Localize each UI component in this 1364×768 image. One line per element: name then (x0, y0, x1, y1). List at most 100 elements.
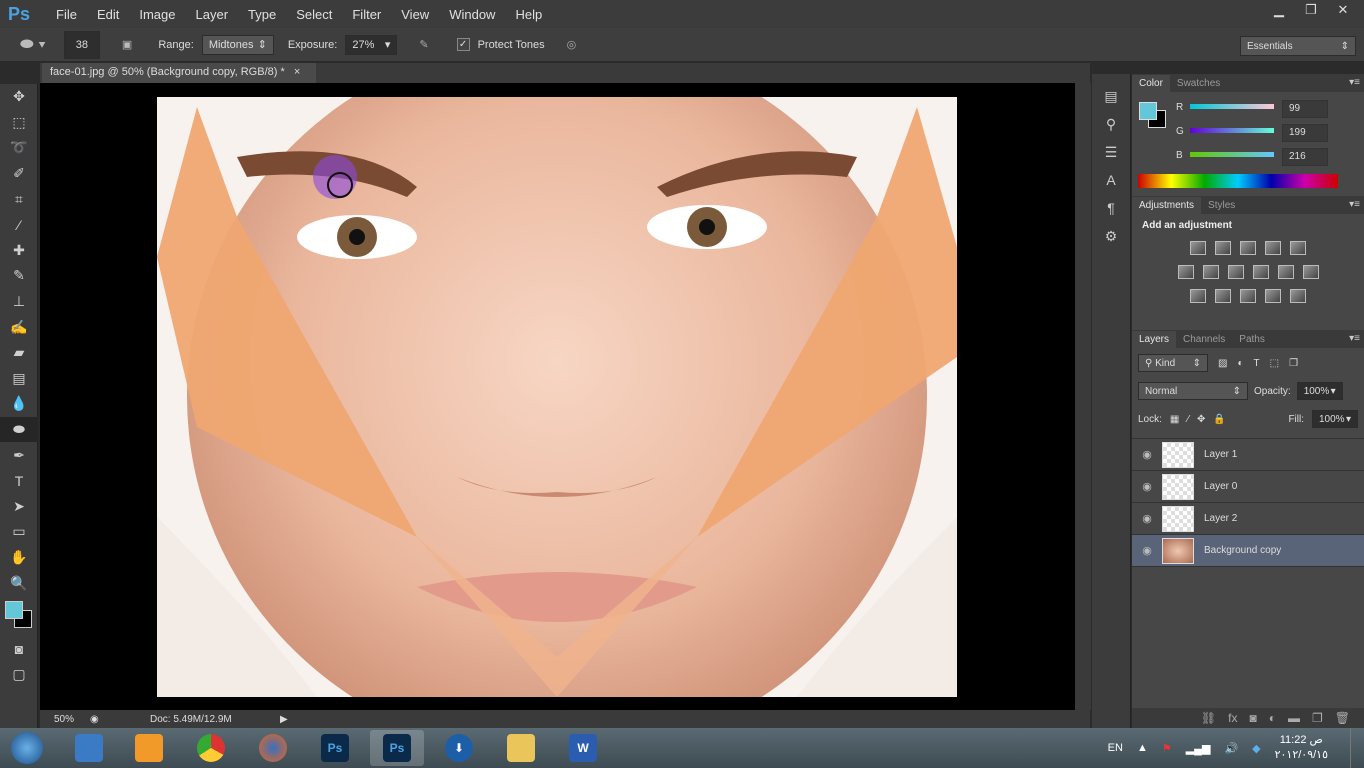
menu-help[interactable]: Help (505, 7, 552, 22)
levels-icon[interactable] (1215, 241, 1231, 255)
menu-type[interactable]: Type (238, 7, 286, 22)
layer-style-icon[interactable]: fx (1228, 711, 1237, 725)
filter-shape-icon[interactable]: ⬚ (1270, 358, 1279, 369)
hand-tool-icon[interactable]: ✋ (0, 545, 38, 571)
visibility-eye-icon[interactable]: ◉ (1132, 448, 1162, 461)
filter-smart-object-icon[interactable]: ❐ (1289, 358, 1298, 369)
color-swatches[interactable] (0, 596, 37, 636)
panel-menu-icon[interactable]: ▾≡ (1349, 77, 1360, 88)
eraser-tool-icon[interactable]: ▰ (0, 340, 38, 366)
blend-mode-select[interactable]: Normal ⇕ (1138, 382, 1248, 400)
tab-color[interactable]: Color (1132, 75, 1170, 92)
taskbar-media-center[interactable] (62, 730, 116, 766)
lock-all-icon[interactable]: 🔒 (1213, 414, 1225, 425)
g-slider[interactable] (1190, 128, 1274, 133)
show-desktop-button[interactable] (1350, 728, 1364, 768)
rectangle-tool-icon[interactable]: ▭ (0, 519, 38, 545)
taskbar-word[interactable]: W (556, 730, 610, 766)
menu-edit[interactable]: Edit (87, 7, 129, 22)
menu-window[interactable]: Window (439, 7, 505, 22)
link-layers-icon[interactable]: ⛓ (1201, 711, 1216, 725)
delete-layer-icon[interactable]: 🗑 (1335, 711, 1350, 725)
posterize-icon[interactable] (1215, 289, 1231, 303)
brightness-contrast-icon[interactable] (1190, 241, 1206, 255)
tab-paths[interactable]: Paths (1232, 331, 1272, 348)
network-icon[interactable]: ▂▄▆ (1186, 742, 1211, 755)
filter-adjustment-icon[interactable]: ◐ (1237, 358, 1243, 369)
visibility-eye-icon[interactable]: ◉ (1132, 480, 1162, 493)
paragraph-panel-icon[interactable]: ¶ (1092, 194, 1130, 222)
color-lookup-icon[interactable] (1302, 265, 1319, 279)
tool-presets-icon[interactable]: ⚙ (1092, 222, 1130, 250)
lock-transparent-icon[interactable]: ▦ (1170, 414, 1179, 425)
quick-select-tool-icon[interactable]: ✐ (0, 161, 38, 187)
gradient-tool-icon[interactable]: ▤ (0, 366, 38, 392)
menu-filter[interactable]: Filter (342, 7, 391, 22)
foreground-color-swatch[interactable] (5, 600, 23, 619)
filter-type-icon[interactable]: T (1254, 358, 1260, 369)
new-adjustment-icon[interactable]: ◐ (1269, 711, 1276, 725)
brush-panel-icon[interactable]: ▣ (122, 38, 132, 51)
path-select-tool-icon[interactable]: ➤ (0, 494, 38, 520)
taskbar-photoshop-active[interactable]: Ps (370, 730, 424, 766)
layer-row-selected[interactable]: ◉ Background copy (1132, 535, 1364, 567)
history-brush-tool-icon[interactable]: ✍ (0, 314, 38, 340)
status-info-icon[interactable]: ◉ (90, 714, 150, 725)
move-tool-icon[interactable]: ✥ (0, 84, 38, 110)
volume-icon[interactable]: 🔊 (1224, 742, 1238, 755)
tab-layers[interactable]: Layers (1132, 331, 1177, 348)
menu-image[interactable]: Image (129, 7, 185, 22)
character-panel-icon[interactable]: A (1092, 166, 1130, 194)
add-mask-icon[interactable]: ◙ (1250, 711, 1257, 725)
action-center-icon[interactable]: ⚑ (1162, 742, 1172, 755)
panel-menu-icon[interactable]: ▾≡ (1349, 333, 1360, 344)
taskbar-download-manager[interactable]: ⬇ (432, 730, 486, 766)
layer-filter-select[interactable]: ⚲ Kind ⇕ (1138, 354, 1208, 372)
brush-size-picker[interactable]: 38 (63, 30, 100, 59)
properties-icon[interactable]: ☰ (1092, 138, 1130, 166)
menu-file[interactable]: File (46, 7, 87, 22)
status-menu-arrow-icon[interactable]: ▶ (280, 714, 288, 725)
foreground-swatch[interactable] (1139, 102, 1157, 120)
zoom-level[interactable]: 50% (40, 714, 90, 725)
marquee-tool-icon[interactable]: ⬚ (0, 110, 38, 136)
g-value[interactable]: 199 (1282, 124, 1328, 142)
zoom-tool-icon[interactable]: 🔍 (0, 570, 38, 596)
photo-filter-icon[interactable] (1252, 265, 1269, 279)
close-tab-icon[interactable]: × (294, 66, 300, 78)
eyedropper-tool-icon[interactable]: ⁄ (0, 212, 38, 238)
sponge-tool-icon[interactable]: ⬬ (0, 416, 38, 443)
brush-tool-icon[interactable]: ✎ (0, 263, 38, 289)
clock[interactable]: 11:22 ص ٢٠١٢/٠٩/١٥ (1275, 733, 1328, 763)
curves-icon[interactable] (1240, 241, 1256, 255)
taskbar-photoshop[interactable]: Ps (308, 730, 362, 766)
panel-menu-icon[interactable]: ▾≡ (1349, 199, 1360, 210)
hue-saturation-icon[interactable] (1177, 265, 1194, 279)
color-balance-icon[interactable] (1202, 265, 1219, 279)
color-ramp[interactable] (1138, 174, 1338, 188)
taskbar-firefox[interactable] (246, 730, 300, 766)
exposure-field[interactable]: 27% ▾ (345, 34, 398, 55)
airbrush-icon[interactable]: ✎ (419, 38, 428, 51)
pen-tool-icon[interactable]: ✒ (0, 442, 38, 468)
pressure-icon[interactable]: ◎ (567, 38, 577, 51)
layer-row[interactable]: ◉ Layer 0 (1132, 471, 1364, 503)
blur-tool-icon[interactable]: 💧 (0, 391, 38, 417)
dropbox-icon[interactable]: ◆ (1252, 742, 1260, 755)
close-button[interactable]: ✕ (1328, 0, 1358, 20)
fill-field[interactable]: 100% ▾ (1312, 410, 1358, 428)
b-slider[interactable] (1190, 152, 1274, 157)
tab-swatches[interactable]: Swatches (1170, 75, 1227, 92)
tab-styles[interactable]: Styles (1201, 197, 1242, 214)
layer-row[interactable]: ◉ Layer 2 (1132, 503, 1364, 535)
vertical-scrollbar[interactable] (1075, 83, 1091, 710)
taskbar-media-player[interactable] (122, 730, 176, 766)
history-panel-icon[interactable]: ▤ (1092, 82, 1130, 110)
menu-view[interactable]: View (391, 7, 439, 22)
selective-color-icon[interactable] (1265, 289, 1281, 303)
b-value[interactable]: 216 (1282, 148, 1328, 166)
lock-image-icon[interactable]: ⁄ (1187, 414, 1189, 425)
taskbar-explorer[interactable] (494, 730, 548, 766)
clone-stamp-tool-icon[interactable]: ⊥ (0, 289, 38, 315)
channel-mixer-icon[interactable] (1277, 265, 1294, 279)
